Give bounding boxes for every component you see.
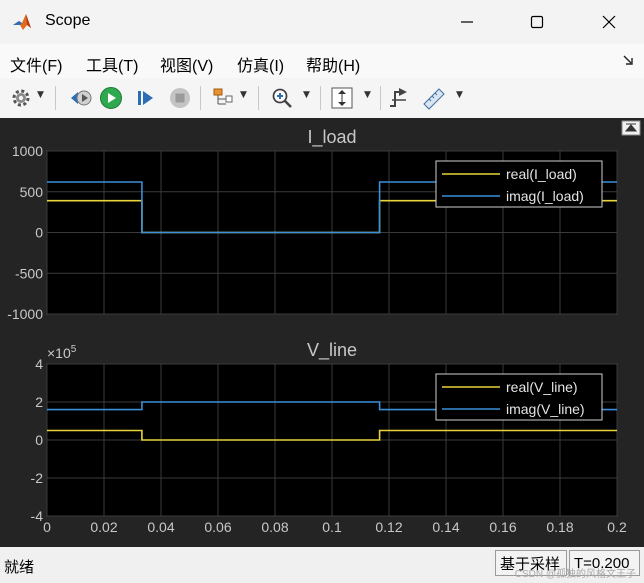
y-tick-label: -500	[15, 265, 43, 281]
fit-to-view-button[interactable]	[328, 84, 356, 112]
menu-simulation[interactable]: 仿真(I)	[237, 52, 284, 76]
legend-label: imag(I_load)	[506, 188, 584, 204]
x-tick-label: 0.2	[607, 519, 627, 535]
plot-panel-1: V_line ×105 -4 -2 0 2 4 0 0.02 0.04 0.06 0.08 0.1 0.1…	[31, 340, 627, 535]
y-tick-label: 2	[35, 394, 43, 410]
step-forward-button[interactable]	[134, 84, 158, 112]
toolbar-separator	[320, 86, 321, 110]
plot-title: I_load	[307, 127, 356, 148]
exponent-power: 5	[71, 344, 77, 355]
x-tick-label: 0.04	[147, 519, 174, 535]
x-tick-label: 0.14	[432, 519, 459, 535]
x-tick-label: 0.1	[322, 519, 342, 535]
play-icon	[100, 87, 122, 109]
maximize-icon	[530, 15, 544, 29]
legend: real(V_line) imag(V_line)	[435, 373, 603, 421]
measurements-button[interactable]	[420, 84, 448, 112]
menu-tools[interactable]: 工具(T)	[86, 52, 138, 76]
zoom-button[interactable]	[268, 84, 296, 112]
menu-file[interactable]: 文件(F)	[10, 52, 62, 76]
toolbar-separator	[55, 86, 56, 110]
y-tick-label: -1000	[7, 306, 43, 322]
x-tick-label: 0.02	[90, 519, 117, 535]
x-tick-label: 0.08	[261, 519, 288, 535]
gear-icon	[12, 89, 30, 107]
stop-icon	[170, 88, 190, 108]
scope-display: I_load -1000 -500 0 500 1000 real(I_load) imag(…	[0, 118, 644, 547]
legend: real(I_load) imag(I_load)	[435, 160, 603, 208]
status-bar: 就绪 基于采样 T=0.200 CSDN @孤独的风格文王子	[0, 547, 644, 583]
step-forward-icon	[138, 91, 153, 105]
y-tick-label: 1000	[12, 143, 43, 159]
minimize-button[interactable]	[444, 0, 490, 44]
title-bar: Scope	[0, 0, 644, 44]
trigger-icon	[390, 88, 407, 107]
y-tick-label: 0	[35, 225, 43, 241]
highlight-dropdown-icon[interactable]: ▼	[240, 90, 247, 100]
dock-arrow-icon[interactable]	[622, 54, 634, 66]
exponent-label: ×105	[47, 344, 77, 361]
status-text: 就绪	[4, 559, 35, 576]
y-tick-label: 4	[35, 356, 43, 372]
settings-dropdown-icon[interactable]: ▼	[37, 90, 44, 100]
triggers-button[interactable]	[386, 84, 412, 112]
y-tick-label: -2	[31, 470, 44, 486]
step-back-icon	[71, 90, 92, 106]
plot-panel-0: I_load -1000 -500 0 500 1000 real(I_load) imag(…	[7, 127, 618, 322]
maximize-button[interactable]	[514, 0, 560, 44]
scale-axes-icon	[331, 87, 353, 109]
x-tick-label: 0.18	[546, 519, 573, 535]
signal-select-icon	[213, 88, 233, 105]
close-button[interactable]	[586, 0, 632, 44]
fit-dropdown-icon[interactable]: ▼	[364, 90, 371, 100]
scope-window: Scope 文件(F) 工具(T) 视图(V) 仿真(I) 帮助(H) ▼ ▼ …	[0, 0, 644, 583]
y-tick-label: 500	[20, 184, 44, 200]
matlab-logo-icon	[13, 14, 31, 30]
window-title: Scope	[45, 12, 91, 29]
legend-label: real(V_line)	[506, 379, 578, 395]
x-tick-label: 0.16	[489, 519, 516, 535]
stop-button[interactable]	[168, 84, 192, 112]
zoom-in-icon	[272, 88, 292, 108]
measurements-dropdown-icon[interactable]: ▼	[456, 90, 463, 100]
plot-title: V_line	[307, 340, 357, 361]
y-tick-label: -4	[31, 508, 44, 524]
toolbar-separator	[200, 86, 201, 110]
toolbar-separator	[380, 86, 381, 110]
menu-bar: 文件(F) 工具(T) 视图(V) 仿真(I) 帮助(H)	[0, 44, 644, 79]
x-tick-label: 0.06	[204, 519, 231, 535]
toolbar: ▼ ▼ ▼ ▼ ▼	[0, 78, 644, 119]
scope-plots[interactable]: I_load-1000-50005001000real(I_load)imag(…	[0, 118, 644, 547]
settings-button[interactable]	[8, 84, 34, 112]
highlight-block-button[interactable]	[208, 84, 236, 112]
toolbar-separator	[258, 86, 259, 110]
legend-label: real(I_load)	[506, 166, 577, 182]
y-tick-label: 0	[35, 432, 43, 448]
x-tick-label: 0	[43, 519, 51, 535]
ruler-icon	[423, 88, 445, 110]
close-icon	[602, 15, 616, 29]
watermark: CSDN @孤独的风格文王子	[514, 569, 636, 580]
menu-help[interactable]: 帮助(H)	[306, 52, 360, 76]
step-back-button[interactable]	[66, 84, 94, 112]
zoom-dropdown-icon[interactable]: ▼	[303, 90, 310, 100]
minimize-icon	[461, 21, 473, 23]
legend-label: imag(V_line)	[506, 401, 585, 417]
undock-button[interactable]	[621, 120, 641, 136]
menu-view[interactable]: 视图(V)	[160, 52, 213, 76]
x-tick-label: 0.12	[375, 519, 402, 535]
run-button[interactable]	[98, 84, 124, 112]
